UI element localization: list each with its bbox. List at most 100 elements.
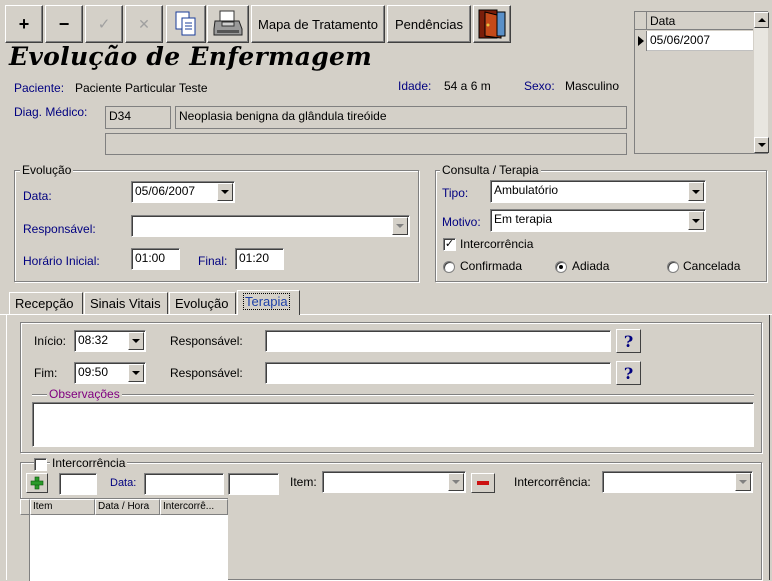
idade-label: Idade: [398,79,432,93]
question-icon: ? [623,331,634,351]
responsavel-fim-field[interactable] [265,362,611,384]
tab-recepcao[interactable]: Recepção [9,292,83,314]
terapia-intercorrencia-checkbox[interactable] [34,458,47,471]
chevron-down-icon[interactable] [448,473,464,491]
scroll-down-icon[interactable] [754,137,769,153]
exit-button[interactable] [473,5,511,43]
scroll-up-icon[interactable] [754,12,769,28]
help-button-fim[interactable]: ? [616,361,641,385]
tab-evolucao[interactable]: Evolução [169,292,236,314]
horario-inicial-label: Horário Inicial: [23,254,100,268]
add-intercorrencia-button[interactable] [26,473,48,493]
terapia-intercorrencia-label: Intercorrência [50,456,128,470]
horario-inicial-field[interactable]: 01:00 [131,248,180,270]
item-label: Item: [290,475,317,489]
printer-icon [213,10,243,36]
add-button[interactable]: + [5,5,43,43]
final-field[interactable]: 01:20 [235,248,284,270]
remove-button[interactable]: − [45,5,83,43]
date-grid-header: Data [647,12,753,30]
radio-confirmada[interactable] [443,261,455,273]
intercorrencia-hora-field[interactable] [228,473,279,495]
date-grid[interactable]: Data 05/06/2007 [634,11,769,154]
fim-select[interactable]: 09:50 [74,362,146,384]
chevron-down-icon[interactable] [735,473,751,491]
mapa-tratamento-button[interactable]: Mapa de Tratamento [251,5,385,43]
chevron-down-icon[interactable] [128,332,144,350]
chevron-down-icon[interactable] [392,217,408,235]
responsavel-inicio-field[interactable] [265,330,611,352]
radio-adiada[interactable] [555,261,567,273]
diag-description-field: Neoplasia benigna da glândula tireóide [175,106,627,129]
consulta-intercorrencia-checkbox[interactable]: ✓ [443,238,456,251]
intercorrencia-select[interactable] [602,471,753,493]
date-grid-row[interactable]: 05/06/2007 [647,31,753,51]
pendencias-button[interactable]: Pendências [387,5,471,43]
radio-confirmada-label: Confirmada [460,259,523,273]
plus-icon: + [18,13,30,34]
paciente-value: Paciente Particular Teste [75,81,208,95]
diag-code-field: D34 [105,106,171,129]
copy-button[interactable] [166,5,206,43]
grid-header-item[interactable]: Item [30,499,95,515]
diag-extra-field [105,133,627,155]
chevron-down-icon[interactable] [217,183,233,201]
idade-value: 54 a 6 m [444,79,491,93]
remove-intercorrencia-button[interactable] [471,473,495,493]
confirm-button[interactable]: ✓ [85,5,123,43]
copy-icon [175,11,196,36]
fim-value: 09:50 [78,365,109,379]
radio-cancelada-label: Cancelada [683,259,741,273]
chevron-down-icon[interactable] [128,364,144,382]
motivo-label: Motivo: [442,215,481,229]
plus-icon [30,476,44,490]
minus-icon [477,481,489,485]
chevron-down-icon[interactable] [688,182,704,201]
consulta-intercorrencia-label: Intercorrência [460,237,534,251]
page-title: Evolução de Enfermagem [9,42,372,71]
motivo-select[interactable]: Em terapia [490,209,706,232]
sexo-label: Sexo: [524,79,555,93]
evolucao-data-value: 05/06/2007 [135,184,196,198]
evolucao-group-title: Evolução [20,163,74,177]
observacoes-textarea[interactable] [32,402,754,447]
check-icon: ✓ [97,16,111,33]
grid-header-data-hora[interactable]: Data / Hora [95,499,160,515]
intercorrencia-grid[interactable]: Item Data / Hora Intercorrê... [20,498,228,581]
inicio-select[interactable]: 08:32 [74,330,146,352]
row-pointer-icon [637,36,644,46]
intercorrencia-code-field[interactable] [59,473,97,495]
radio-cancelada[interactable] [667,261,679,273]
sexo-value: Masculino [565,79,620,93]
date-grid-scrollbar[interactable] [753,12,769,153]
fim-label: Fim: [34,366,58,380]
chevron-down-icon[interactable] [688,211,704,230]
evolucao-responsavel-label: Responsável: [23,222,96,236]
paciente-label: Paciente: [14,81,65,95]
responsavel-fim-label: Responsável: [170,366,243,380]
evolucao-data-field[interactable]: 05/06/2007 [131,181,235,203]
intercorrencia-field-label: Intercorrência: [514,475,591,489]
tipo-value: Ambulatório [494,183,559,197]
cancel-button[interactable]: ✕ [125,5,163,43]
radio-adiada-label: Adiada [572,259,610,273]
inicio-label: Início: [34,334,67,348]
intercorrencia-data-field[interactable] [144,473,224,495]
intercorrencia-data-label: Data: [110,477,137,489]
responsavel-inicio-label: Responsável: [170,334,243,348]
tab-sinais-vitais[interactable]: Sinais Vitais [84,292,168,314]
help-button-inicio[interactable]: ? [616,329,641,353]
tipo-select[interactable]: Ambulatório [490,180,706,203]
x-icon: ✕ [138,15,150,32]
inicio-value: 08:32 [78,333,109,347]
observacoes-label: Observações [47,387,122,401]
tipo-label: Tipo: [442,186,469,200]
print-button[interactable] [207,5,249,43]
tab-terapia[interactable]: Terapia [237,290,300,315]
minus-icon: − [58,13,70,34]
evolucao-responsavel-select[interactable] [131,215,410,237]
door-exit-icon [478,9,506,39]
diag-medico-label: Diag. Médico: [14,105,88,119]
grid-header-intercorrencia[interactable]: Intercorrê... [160,499,228,515]
item-select[interactable] [322,471,466,493]
